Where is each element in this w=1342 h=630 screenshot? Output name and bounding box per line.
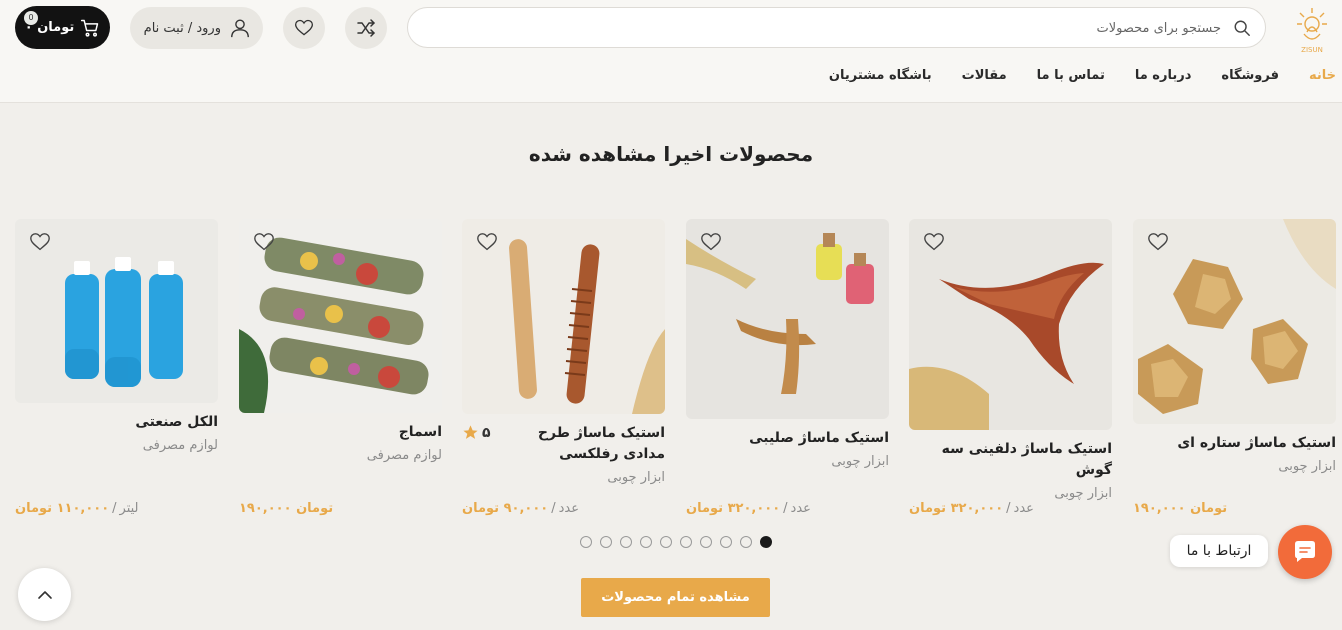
carousel-dot[interactable] [660, 536, 672, 548]
scroll-to-top-button[interactable] [18, 568, 71, 621]
product-name[interactable]: اسماج [239, 422, 442, 443]
product-price-row: عدد/۹۰,۰۰۰ تومان [462, 501, 665, 516]
search-input[interactable] [424, 16, 1221, 40]
chat-bubble-icon [1295, 541, 1315, 562]
product-price-row: عدد/۳۲۰,۰۰۰ تومان [686, 501, 889, 516]
shuffle-icon [357, 19, 375, 37]
product-category[interactable]: ابزار چوبی [686, 454, 889, 469]
cart-icon [81, 19, 99, 37]
product-category[interactable]: ابزار چوبی [909, 486, 1112, 501]
nav-contact[interactable]: تماس با ما [1037, 68, 1105, 83]
user-icon [231, 19, 249, 38]
carousel-dot[interactable] [620, 536, 632, 548]
carousel-pagination [580, 536, 772, 548]
nav-shop[interactable]: فروشگاه [1221, 68, 1279, 83]
product-card[interactable]: ۵ استیک ماساژ طرح مدادی رفلکسی ابزار چوب… [462, 219, 665, 516]
site-logo[interactable]: ZISUN [1294, 4, 1330, 56]
search-bar [407, 7, 1266, 48]
product-card[interactable]: اسماج لوازم مصرفی ۱۹۰,۰۰۰ تومان [239, 219, 442, 516]
nav-about[interactable]: درباره ما [1135, 68, 1192, 83]
cart-button[interactable]: ۰ تومان 0 [15, 6, 110, 49]
carousel-dot[interactable] [740, 536, 752, 548]
product-unit: عدد [558, 501, 579, 516]
product-unit: عدد [790, 501, 811, 516]
product-price-row: عدد/۳۲۰,۰۰۰ تومان [909, 501, 1112, 516]
product-image[interactable] [15, 219, 218, 403]
compare-button[interactable] [345, 7, 387, 49]
nav-customer-club[interactable]: باشگاه مشتریان [829, 68, 932, 83]
view-all-products-button[interactable]: مشاهده تمام محصولات [581, 578, 770, 617]
heart-icon[interactable] [29, 231, 51, 253]
product-image[interactable] [239, 219, 442, 413]
product-price: ۳۲۰,۰۰۰ تومان [686, 501, 781, 516]
heart-icon[interactable] [476, 231, 498, 253]
heart-icon[interactable] [253, 231, 275, 253]
price-separator: / [112, 501, 117, 516]
chat-label[interactable]: ارتباط با ما [1170, 535, 1268, 567]
carousel-dot[interactable] [580, 536, 592, 548]
product-card[interactable]: استیک ماساژ دلفینی سه گوش ابزار چوبی عدد… [909, 219, 1112, 516]
carousel-dot[interactable] [640, 536, 652, 548]
wishlist-button[interactable] [283, 7, 325, 49]
section-title: محصولات اخیرا مشاهده شده [528, 142, 814, 166]
main-nav: خانه فروشگاه درباره ما تماس با ما مقالات… [829, 68, 1336, 83]
product-category[interactable]: ابزار چوبی [462, 470, 665, 485]
product-category[interactable]: لوازم مصرفی [15, 438, 218, 453]
heart-icon [294, 19, 314, 36]
product-card[interactable]: استیک ماساژ ستاره ای ابزار چوبی ۱۹۰,۰۰۰ … [1133, 219, 1336, 516]
product-image[interactable] [686, 219, 889, 419]
logo-text: ZISUN [1301, 46, 1323, 54]
product-rating: ۵ [462, 424, 491, 441]
logo-icon: ZISUN [1297, 8, 1327, 54]
product-name[interactable]: استیک ماساژ طرح مدادی رفلکسی [515, 423, 665, 465]
product-price: ۳۲۰,۰۰۰ تومان [909, 501, 1004, 516]
chat-button[interactable] [1278, 525, 1332, 579]
product-price: ۱۹۰,۰۰۰ تومان [239, 501, 334, 516]
product-price: ۱۱۰,۰۰۰ تومان [15, 501, 110, 516]
product-unit: عدد [1013, 501, 1034, 516]
chevron-up-icon [37, 590, 52, 599]
carousel-dot[interactable] [720, 536, 732, 548]
heart-icon[interactable] [700, 231, 722, 253]
product-name[interactable]: الکل صنعتی [15, 412, 218, 433]
product-price-row: ۱۹۰,۰۰۰ تومان [1133, 501, 1336, 516]
carousel-dot[interactable] [680, 536, 692, 548]
product-name[interactable]: استیک ماساژ دلفینی سه گوش [909, 439, 1112, 481]
price-separator: / [1006, 501, 1011, 516]
product-image[interactable] [909, 219, 1112, 430]
rating-value: ۵ [482, 424, 491, 441]
product-price-row: لیتر/۱۱۰,۰۰۰ تومان [15, 501, 218, 516]
product-name[interactable]: استیک ماساژ ستاره ای [1133, 433, 1336, 454]
login-register-button[interactable]: ورود / ثبت نام [130, 7, 263, 49]
carousel-dot[interactable] [600, 536, 612, 548]
product-price: ۹۰,۰۰۰ تومان [462, 501, 549, 516]
heart-icon[interactable] [1147, 231, 1169, 253]
search-icon[interactable] [1233, 19, 1251, 37]
product-price-row: ۱۹۰,۰۰۰ تومان [239, 501, 442, 516]
nav-articles[interactable]: مقالات [962, 68, 1007, 83]
product-category[interactable]: لوازم مصرفی [239, 448, 442, 463]
carousel-dot-active[interactable] [760, 536, 772, 548]
product-image[interactable] [1133, 219, 1336, 424]
price-separator: / [551, 501, 556, 516]
heart-icon[interactable] [923, 231, 945, 253]
cart-count-badge: 0 [24, 11, 38, 25]
login-label: ورود / ثبت نام [143, 20, 221, 36]
nav-home[interactable]: خانه [1309, 68, 1336, 83]
product-category[interactable]: ابزار چوبی [1133, 459, 1336, 474]
price-separator: / [783, 501, 788, 516]
product-card[interactable]: الکل صنعتی لوازم مصرفی لیتر/۱۱۰,۰۰۰ توما… [15, 219, 218, 516]
site-header: ZISUN ورود / ثبت نام [0, 0, 1342, 103]
product-name[interactable]: استیک ماساژ صلیبی [686, 428, 889, 449]
star-icon [463, 425, 478, 439]
product-card[interactable]: استیک ماساژ صلیبی ابزار چوبی عدد/۳۲۰,۰۰۰… [686, 219, 889, 516]
product-price: ۱۹۰,۰۰۰ تومان [1133, 501, 1228, 516]
product-image[interactable] [462, 219, 665, 414]
product-unit: لیتر [119, 501, 139, 516]
carousel-dot[interactable] [700, 536, 712, 548]
